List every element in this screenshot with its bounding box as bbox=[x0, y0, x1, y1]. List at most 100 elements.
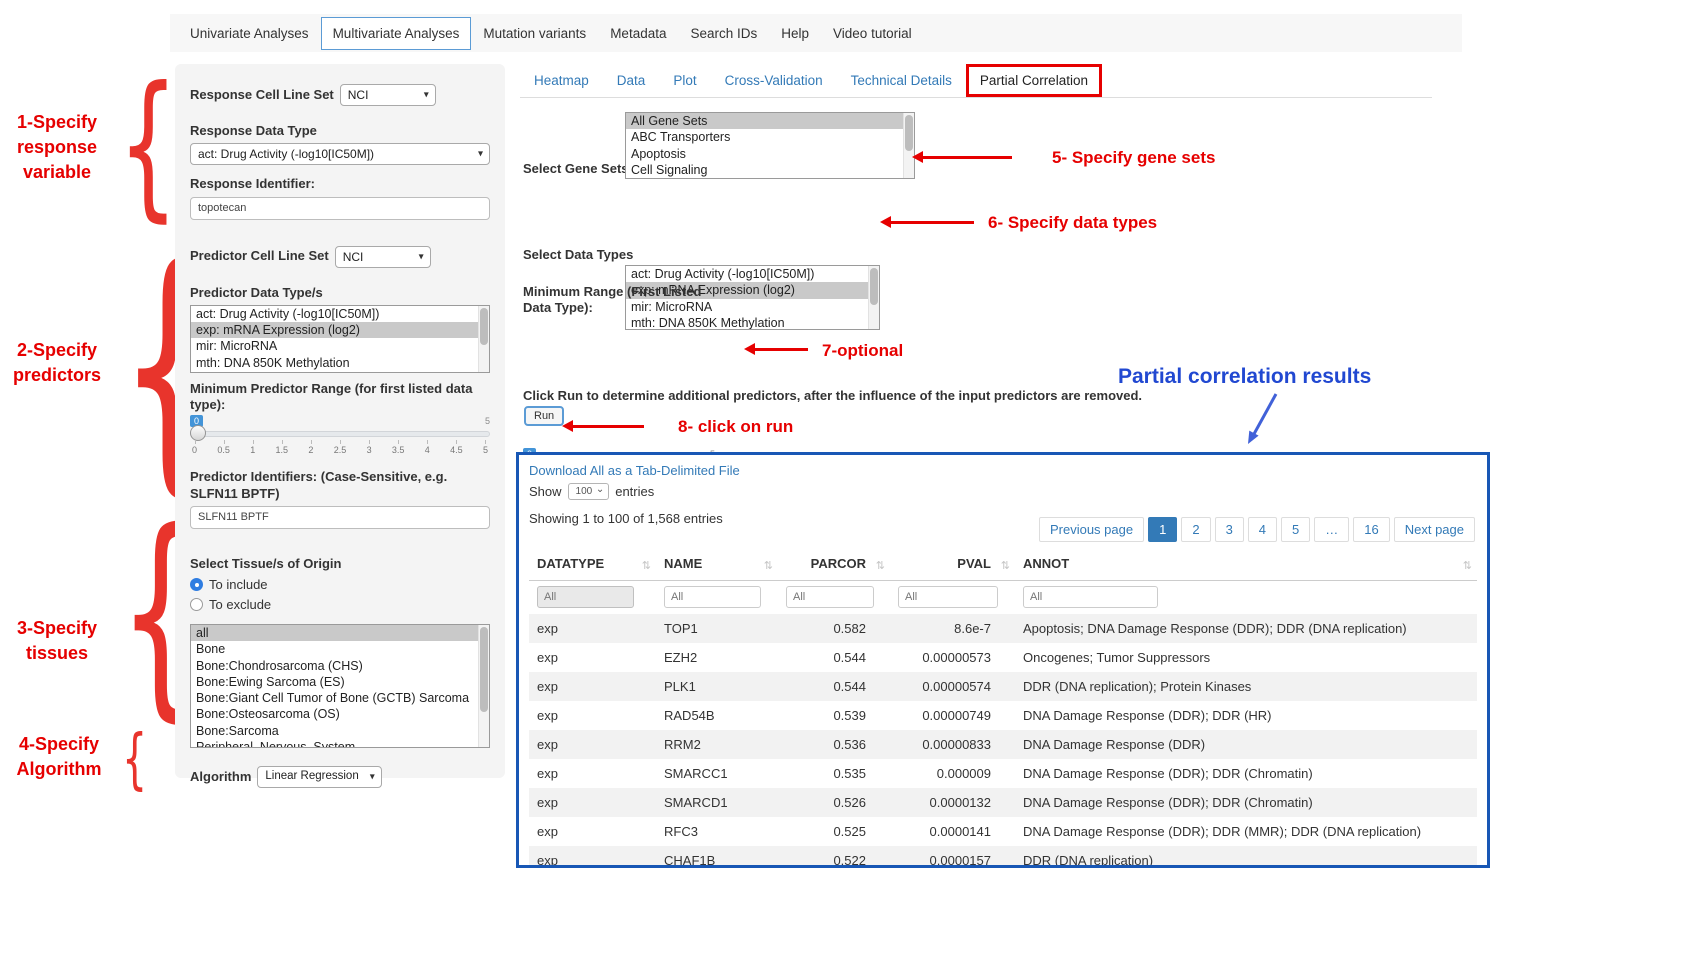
page-ellipsis: … bbox=[1314, 517, 1349, 542]
tick-label: 3 bbox=[367, 445, 372, 455]
table-row[interactable]: expPLK1 0.5440.00000574 DDR (DNA replica… bbox=[529, 672, 1477, 701]
list-option[interactable]: Peripheral_Nervous_System bbox=[191, 739, 489, 748]
table-row[interactable]: expSMARCC1 0.5350.000009 DNA Damage Resp… bbox=[529, 759, 1477, 788]
tissue-include-radio[interactable]: To include bbox=[190, 577, 490, 592]
previous-page-button[interactable]: Previous page bbox=[1039, 517, 1144, 542]
page-button[interactable]: 4 bbox=[1248, 517, 1277, 542]
nav-multivariate-analyses[interactable]: Multivariate Analyses bbox=[321, 17, 472, 50]
page-button[interactable]: 2 bbox=[1181, 517, 1210, 542]
list-option[interactable]: act: Drug Activity (-log10[IC50M]) bbox=[626, 266, 879, 282]
list-option[interactable]: Bone:Chondrosarcoma (CHS) bbox=[191, 658, 489, 674]
nav-metadata[interactable]: Metadata bbox=[598, 17, 678, 50]
table-row[interactable]: expRAD54B 0.5390.00000749 DNA Damage Res… bbox=[529, 701, 1477, 730]
nav-univariate-analyses[interactable]: Univariate Analyses bbox=[178, 17, 321, 50]
list-option[interactable]: mth: DNA 850K Methylation bbox=[626, 315, 879, 330]
column-header-annot[interactable]: ANNOT bbox=[1015, 548, 1477, 581]
algorithm-select[interactable]: Linear Regression bbox=[257, 766, 381, 788]
sort-icon[interactable] bbox=[876, 557, 885, 572]
list-option[interactable]: Apoptosis bbox=[626, 146, 914, 162]
sort-icon[interactable] bbox=[1001, 557, 1010, 572]
nav-help[interactable]: Help bbox=[769, 17, 821, 50]
table-row[interactable]: expCHAF1B 0.5220.0000157 DDR (DNA replic… bbox=[529, 846, 1477, 868]
nav-mutation-variants[interactable]: Mutation variants bbox=[471, 17, 598, 50]
table-row[interactable]: expEZH2 0.5440.00000573 Oncogenes; Tumor… bbox=[529, 643, 1477, 672]
table-row[interactable]: expRFC3 0.5250.0000141 DNA Damage Respon… bbox=[529, 817, 1477, 846]
filter-pval-input[interactable] bbox=[898, 586, 998, 608]
predictor-identifiers-input[interactable] bbox=[190, 506, 490, 529]
entries-label: entries bbox=[615, 484, 654, 499]
list-option[interactable]: Bone:Sarcoma bbox=[191, 723, 489, 739]
table-row[interactable]: expSMARCD1 0.5260.0000132 DNA Damage Res… bbox=[529, 788, 1477, 817]
run-button[interactable]: Run bbox=[524, 406, 564, 426]
scrollbar[interactable] bbox=[903, 113, 914, 178]
column-header-name[interactable]: NAME bbox=[656, 548, 778, 581]
annotation-step3: 3-Specify tissues bbox=[4, 616, 110, 666]
filter-annot-input[interactable] bbox=[1023, 586, 1158, 608]
scrollbar[interactable] bbox=[868, 266, 879, 329]
column-header-pval[interactable]: PVAL bbox=[890, 548, 1015, 581]
response-data-type-label: Response Data Type bbox=[190, 123, 490, 139]
tab-heatmap[interactable]: Heatmap bbox=[520, 65, 603, 96]
scrollbar[interactable] bbox=[478, 306, 489, 372]
tab-plot[interactable]: Plot bbox=[659, 65, 710, 96]
predictor-cell-line-set-select[interactable]: NCI bbox=[335, 246, 431, 268]
page-button[interactable]: 16 bbox=[1353, 517, 1389, 542]
tab-cross-validation[interactable]: Cross-Validation bbox=[711, 65, 837, 96]
sort-icon[interactable] bbox=[642, 557, 651, 572]
page-button[interactable]: 3 bbox=[1215, 517, 1244, 542]
tissue-origin-label: Select Tissue/s of Origin bbox=[190, 556, 490, 572]
list-option[interactable]: Bone:Giant Cell Tumor of Bone (GCTB) Sar… bbox=[191, 690, 489, 706]
list-option[interactable]: Bone bbox=[191, 641, 489, 657]
annotation-step1: 1-Specify response variable bbox=[4, 110, 110, 186]
slider-track[interactable] bbox=[190, 431, 490, 437]
scrollbar[interactable] bbox=[478, 625, 489, 747]
min-predictor-range-slider[interactable]: 0 5 0 0.5 1 1.5 2 2.5 3 3.5 4 4.5 5 bbox=[190, 415, 490, 461]
page-button[interactable]: 1 bbox=[1148, 517, 1177, 542]
gene-sets-listbox[interactable]: All Gene Sets ABC Transporters Apoptosis… bbox=[625, 112, 915, 179]
list-option[interactable]: exp: mRNA Expression (log2) bbox=[191, 322, 489, 338]
response-cell-line-set-label: Response Cell Line Set bbox=[190, 87, 334, 103]
filter-parcor-input[interactable] bbox=[786, 586, 874, 608]
entries-count-select[interactable]: 100 bbox=[568, 483, 610, 500]
slider-handle[interactable] bbox=[190, 425, 206, 441]
tab-data[interactable]: Data bbox=[603, 65, 660, 96]
table-row[interactable]: expTOP1 0.5828.6e-7 Apoptosis; DNA Damag… bbox=[529, 614, 1477, 643]
response-data-type-select[interactable]: act: Drug Activity (-log10[IC50M]) bbox=[190, 143, 490, 165]
list-option[interactable]: Bone:Ewing Sarcoma (ES) bbox=[191, 674, 489, 690]
nav-search-ids[interactable]: Search IDs bbox=[678, 17, 769, 50]
response-identifier-input[interactable] bbox=[190, 197, 490, 220]
tick-label: 5 bbox=[483, 445, 488, 455]
column-header-datatype[interactable]: DATATYPE bbox=[529, 548, 656, 581]
table-row[interactable]: expRRM2 0.5360.00000833 DNA Damage Respo… bbox=[529, 730, 1477, 759]
results-title: Partial correlation results bbox=[1118, 365, 1371, 389]
list-option[interactable]: act: Drug Activity (-log10[IC50M]) bbox=[191, 306, 489, 322]
page-button[interactable]: 5 bbox=[1281, 517, 1310, 542]
list-option[interactable]: mth: DNA 850K Methylation bbox=[191, 355, 489, 371]
tissue-listbox[interactable]: all Bone Bone:Chondrosarcoma (CHS) Bone:… bbox=[190, 624, 490, 748]
column-header-parcor[interactable]: PARCOR bbox=[778, 548, 890, 581]
list-option[interactable]: Bone:Osteosarcoma (OS) bbox=[191, 706, 489, 722]
sort-icon[interactable] bbox=[764, 557, 773, 572]
download-link[interactable]: Download All as a Tab-Delimited File bbox=[529, 463, 1477, 478]
filter-datatype-input[interactable] bbox=[537, 586, 634, 608]
tissue-include-label: To include bbox=[209, 577, 268, 592]
algorithm-label: Algorithm bbox=[190, 769, 251, 785]
predictor-data-types-listbox[interactable]: act: Drug Activity (-log10[IC50M]) exp: … bbox=[190, 305, 490, 373]
filter-name-input[interactable] bbox=[664, 586, 761, 608]
next-page-button[interactable]: Next page bbox=[1394, 517, 1475, 542]
nav-video-tutorial[interactable]: Video tutorial bbox=[821, 17, 924, 50]
tab-technical-details[interactable]: Technical Details bbox=[837, 65, 966, 96]
list-option[interactable]: mir: MicroRNA bbox=[191, 338, 489, 354]
tissue-exclude-radio[interactable]: To exclude bbox=[190, 597, 490, 612]
sort-icon[interactable] bbox=[1463, 557, 1472, 572]
tick-label: 1 bbox=[250, 445, 255, 455]
list-option[interactable]: Cell Signaling bbox=[626, 162, 914, 178]
tab-partial-correlation[interactable]: Partial Correlation bbox=[966, 64, 1102, 97]
list-option[interactable]: All Gene Sets bbox=[626, 113, 914, 129]
annotation-step4: 4-Specify Algorithm bbox=[4, 732, 114, 782]
list-option[interactable]: ABC Transporters bbox=[626, 129, 914, 145]
list-option[interactable]: all bbox=[191, 625, 489, 641]
arrow-step5 bbox=[922, 156, 1012, 159]
algorithm-row: Algorithm Linear Regression bbox=[190, 766, 490, 788]
response-cell-line-set-select[interactable]: NCI bbox=[340, 84, 436, 106]
